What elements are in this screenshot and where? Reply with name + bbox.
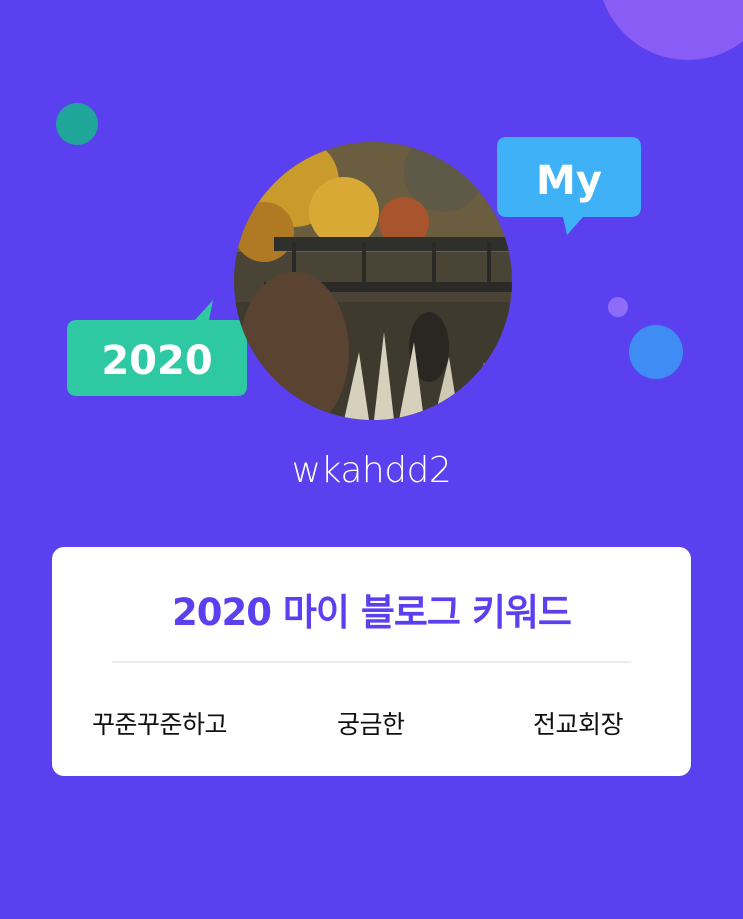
- keyword-item: 꾸준꾸준하고: [92, 710, 228, 739]
- keyword-card: 2020 마이 블로그 키워드 꾸준꾸준하고 궁금한 전교회장: [52, 547, 691, 776]
- username: wkahdd2: [291, 450, 452, 491]
- keyword-item: 궁금한: [337, 710, 405, 739]
- year-bubble-label: 2020: [101, 338, 212, 384]
- year-speech-bubble: 2020: [67, 298, 247, 398]
- profile-photo-image: [234, 142, 512, 420]
- card-title: 2020 마이 블로그 키워드: [172, 591, 572, 634]
- avatar[interactable]: [234, 142, 512, 420]
- divider: [112, 661, 631, 663]
- decor-circle-small: [608, 297, 628, 317]
- my-bubble-label: My: [536, 158, 602, 204]
- decor-circle-teal: [56, 103, 98, 145]
- decor-circle-blue: [629, 325, 683, 379]
- decor-circle-top: [598, 0, 743, 60]
- my-speech-bubble: My: [497, 137, 641, 237]
- keyword-item: 전교회장: [533, 710, 624, 739]
